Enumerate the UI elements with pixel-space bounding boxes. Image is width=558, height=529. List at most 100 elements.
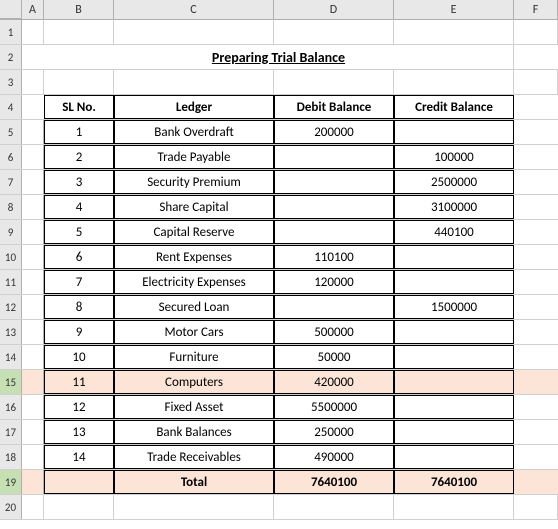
cell-16d: 5500000 — [274, 395, 394, 419]
header-ledger: Ledger — [114, 95, 274, 119]
cell-15e — [394, 370, 514, 394]
row-11: 11 7 Electricity Expenses 120000 — [0, 270, 558, 295]
cell-6e: 100000 — [394, 145, 514, 169]
total-debit: 7640100 — [274, 470, 394, 494]
cell-20a — [22, 495, 44, 519]
total-cell-f — [514, 470, 558, 494]
row-6: 6 2 Trade Payable 100000 — [0, 145, 558, 170]
rownum-15: 15 — [0, 370, 22, 394]
cell-1a — [22, 20, 44, 44]
cell-12a — [22, 295, 44, 319]
cell-1f — [514, 20, 558, 44]
cell-13b: 9 — [44, 320, 114, 344]
rownum-18: 18 — [0, 445, 22, 469]
row-17: 17 13 Bank Balances 250000 — [0, 420, 558, 445]
cell-16e — [394, 395, 514, 419]
cell-11a — [22, 270, 44, 294]
cell-16f — [514, 395, 558, 419]
row-9: 9 5 Capital Reserve 440100 — [0, 220, 558, 245]
cell-14d: 50000 — [274, 345, 394, 369]
cell-17b: 13 — [44, 420, 114, 444]
rownum-17: 17 — [0, 420, 22, 444]
cell-8d — [274, 195, 394, 219]
rownum-10: 10 — [0, 245, 22, 269]
cell-5e — [394, 120, 514, 144]
rownum-4: 4 — [0, 95, 22, 119]
rownum-19: 19 — [0, 470, 22, 494]
cell-15f — [514, 370, 558, 394]
col-header-b: B — [44, 0, 114, 19]
total-credit: 7640100 — [394, 470, 514, 494]
cell-13e — [394, 320, 514, 344]
rownum-14: 14 — [0, 345, 22, 369]
cell-1c — [114, 20, 274, 44]
cell-7d — [274, 170, 394, 194]
cell-10a — [22, 245, 44, 269]
cell-7f — [514, 170, 558, 194]
cell-1b — [44, 20, 114, 44]
row-7: 7 3 Security Premium 2500000 — [0, 170, 558, 195]
cell-6f — [514, 145, 558, 169]
row-10: 10 6 Rent Expenses 110100 — [0, 245, 558, 270]
cell-18e — [394, 445, 514, 469]
rownum-3: 3 — [0, 70, 22, 94]
cell-10d: 110100 — [274, 245, 394, 269]
rownum-20: 20 — [0, 495, 22, 519]
cell-8a — [22, 195, 44, 219]
col-header-e: E — [394, 0, 514, 19]
row-13: 13 9 Motor Cars 500000 — [0, 320, 558, 345]
cell-14b: 10 — [44, 345, 114, 369]
cell-15d: 420000 — [274, 370, 394, 394]
cell-15c: Computers — [114, 370, 274, 394]
col-header-c: C — [114, 0, 274, 19]
cell-3e — [394, 70, 514, 94]
rownum-2: 2 — [0, 45, 22, 69]
row-3: 3 — [0, 70, 558, 95]
cell-2f — [514, 45, 558, 69]
cell-14c: Furniture — [114, 345, 274, 369]
cell-9e: 440100 — [394, 220, 514, 244]
header-credit: Credit Balance — [394, 95, 514, 119]
cell-7b: 3 — [44, 170, 114, 194]
cell-5b: 1 — [44, 120, 114, 144]
total-cell-a — [22, 470, 44, 494]
rownum-7: 7 — [0, 170, 22, 194]
total-cell-b — [44, 470, 114, 494]
rownum-8: 8 — [0, 195, 22, 219]
table-header-row: 4 SL No. Ledger Debit Balance Credit Bal… — [0, 95, 558, 120]
cell-18d: 490000 — [274, 445, 394, 469]
row-15: 15 11 Computers 420000 — [0, 370, 558, 395]
cell-6a — [22, 145, 44, 169]
cell-8f — [514, 195, 558, 219]
cell-4a — [22, 95, 44, 119]
title-cell: Preparing Trial Balance — [44, 45, 514, 69]
cell-8e: 3100000 — [394, 195, 514, 219]
cell-12e: 1500000 — [394, 295, 514, 319]
cell-14f — [514, 345, 558, 369]
rownum-13: 13 — [0, 320, 22, 344]
cell-18a — [22, 445, 44, 469]
cell-9a — [22, 220, 44, 244]
row-18: 18 14 Trade Receivables 490000 — [0, 445, 558, 470]
cell-15a — [22, 370, 44, 394]
cell-13c: Motor Cars — [114, 320, 274, 344]
rownum-1: 1 — [0, 20, 22, 44]
cell-5a — [22, 120, 44, 144]
cell-11c: Electricity Expenses — [114, 270, 274, 294]
cell-12f — [514, 295, 558, 319]
cell-1d — [274, 20, 394, 44]
cell-20e — [394, 495, 514, 519]
cell-3f — [514, 70, 558, 94]
column-headers: A B C D E F — [0, 0, 558, 20]
cell-6d — [274, 145, 394, 169]
row-1: 1 — [0, 20, 558, 45]
rownum-9: 9 — [0, 220, 22, 244]
cell-16b: 12 — [44, 395, 114, 419]
header-debit: Debit Balance — [274, 95, 394, 119]
cell-8b: 4 — [44, 195, 114, 219]
cell-5d: 200000 — [274, 120, 394, 144]
rows-body: 1 2 Preparing Trial Balance 3 — [0, 20, 558, 529]
cell-7e: 2500000 — [394, 170, 514, 194]
cell-12c: Secured Loan — [114, 295, 274, 319]
rownum-12: 12 — [0, 295, 22, 319]
